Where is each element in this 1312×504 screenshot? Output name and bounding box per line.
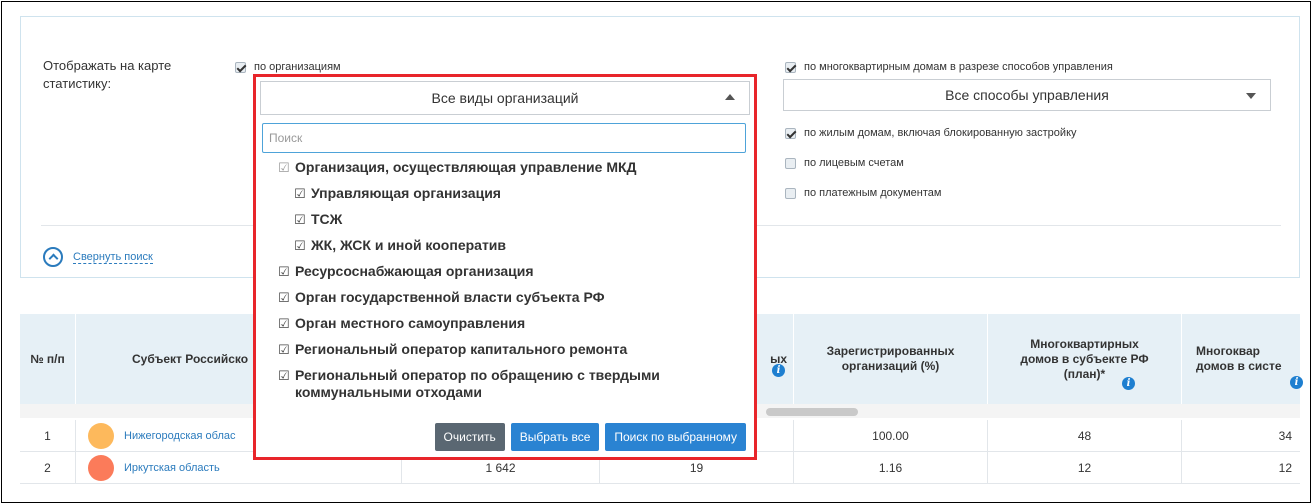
org-types-dropdown: Все виды организаций Поиск ☑ Организация…: [253, 74, 757, 460]
collapse-search-button[interactable]: Свернуть поиск: [43, 247, 153, 267]
tree-item-label: Региональный оператор по обращению с тве…: [295, 367, 660, 383]
tree-item-label: Орган местного самоуправления: [295, 315, 526, 331]
region-link[interactable]: Нижегородская облас: [124, 430, 236, 442]
checkbox-checked-icon[interactable]: ☑: [278, 367, 292, 384]
tree-item-managing-org[interactable]: ☑ Управляющая организация: [294, 185, 501, 202]
by-houses-option[interactable]: по жилым домам, включая блокированную за…: [785, 127, 1077, 139]
org-types-select[interactable]: Все виды организаций: [260, 81, 750, 115]
by-houses-label: по жилым домам, включая блокированную за…: [804, 127, 1077, 139]
checkbox-checked-icon[interactable]: ☑: [294, 185, 308, 202]
checkbox-checked-icon[interactable]: ☑: [278, 263, 292, 280]
search-placeholder: Поиск: [269, 131, 303, 145]
checkbox-checked-icon[interactable]: ☑: [294, 237, 308, 254]
org-types-search-input[interactable]: Поиск: [262, 123, 746, 153]
tree-item-local-government[interactable]: ☑ Орган местного самоуправления: [278, 315, 525, 332]
collapse-search-label[interactable]: Свернуть поиск: [73, 251, 153, 264]
col-header-registered: Зарегистрированных организаций (%): [794, 314, 988, 404]
tree-item-label-group: Региональный оператор по обращению с тве…: [295, 367, 660, 401]
checkbox-checked-icon[interactable]: ☑: [278, 289, 292, 306]
tree-item-label: Орган государственной власти субъекта РФ: [295, 289, 605, 305]
col-header-mkd-plan-text: Многоквартирных домов в субъекте РФ (пла…: [1020, 336, 1149, 381]
checkbox-checked-icon[interactable]: ☑: [278, 341, 292, 358]
org-types-select-value: Все виды организаций: [431, 90, 579, 106]
tree-item-label: Региональный оператор капитального ремон…: [295, 341, 628, 357]
tree-item-label: ЖК, ЖСК и иной кооператив: [311, 237, 507, 253]
region-color-marker: [88, 423, 114, 449]
cell-mkd-plan: 12: [988, 452, 1182, 484]
tree-item-label-line2: коммунальными отходами: [295, 384, 483, 400]
by-payments-option[interactable]: по платежным документам: [785, 187, 941, 199]
checkbox-checked-icon[interactable]: ☑: [294, 211, 308, 228]
chevron-up-icon: [725, 94, 735, 100]
by-accounts-option[interactable]: по лицевым счетам: [785, 157, 904, 169]
info-icon[interactable]: i: [1122, 377, 1135, 390]
tree-item-label: Организация, осуществляющая управление М…: [295, 159, 637, 175]
by-accounts-checkbox[interactable]: [785, 157, 796, 169]
chevron-down-icon: [1246, 93, 1256, 99]
checkbox-checked-icon[interactable]: ☑: [278, 159, 292, 176]
dropdown-actions: Очистить Выбрать все Поиск по выбранному: [434, 423, 746, 451]
chevron-up-circle-icon[interactable]: [43, 247, 63, 267]
tree-item-resource-supply[interactable]: ☑ Ресурсоснабжающая организация: [278, 263, 534, 280]
tree-item-label: Управляющая организация: [311, 185, 501, 201]
by-orgs-option[interactable]: по организациям: [235, 61, 341, 73]
select-all-button[interactable]: Выбрать все: [510, 423, 600, 451]
by-accounts-label: по лицевым счетам: [804, 157, 904, 169]
col-header-mkd-system-text: Многоквар домов в систе: [1196, 344, 1282, 373]
stats-label: Отображать на карте статистику:: [43, 58, 172, 91]
management-method-select[interactable]: Все способы управления: [783, 79, 1271, 111]
tree-item-tszh[interactable]: ☑ ТСЖ: [294, 211, 342, 228]
info-icon[interactable]: i: [772, 364, 785, 377]
by-payments-checkbox[interactable]: [785, 187, 796, 199]
page-frame: Отображать на карте статистику: по орган…: [1, 1, 1311, 503]
cell-registered: 100.00: [794, 420, 988, 452]
cell-mkd-system: 12: [1278, 461, 1292, 475]
by-mkd-checkbox[interactable]: [785, 61, 796, 73]
checkbox-checked-icon[interactable]: ☑: [278, 315, 292, 332]
col-header-mkd-system: Многоквар домов в систе i: [1182, 314, 1303, 404]
tree-item-cooperative[interactable]: ☑ ЖК, ЖСК и иной кооператив: [294, 237, 506, 254]
by-orgs-checkbox[interactable]: [235, 61, 246, 73]
by-orgs-label: по организациям: [254, 61, 341, 73]
cell-registered: 1.16: [794, 452, 988, 484]
cell-num: 1: [20, 420, 76, 452]
col-header-mkd-plan: Многоквартирных домов в субъекте РФ (пла…: [988, 314, 1182, 404]
by-houses-checkbox[interactable]: [785, 127, 796, 139]
by-payments-label: по платежным документам: [804, 187, 942, 199]
clear-button[interactable]: Очистить: [434, 423, 505, 451]
tree-item-label: Ресурсоснабжающая организация: [295, 263, 534, 279]
management-method-value: Все способы управления: [945, 87, 1109, 103]
info-icon[interactable]: i: [1290, 376, 1303, 389]
tree-item-label: ТСЖ: [311, 211, 343, 227]
scrollbar-thumb[interactable]: [766, 408, 858, 416]
search-selected-button[interactable]: Поиск по выбранному: [605, 423, 746, 451]
cell-mkd-system: 34: [1278, 429, 1292, 443]
cell-mkd-plan: 48: [988, 420, 1182, 452]
by-mkd-option[interactable]: по многоквартирным домам в разрезе спосо…: [785, 61, 1113, 73]
col-header-registered-text: Зарегистрированных организаций (%): [826, 344, 955, 373]
cell-num: 2: [20, 452, 76, 484]
tree-item-waste-operator[interactable]: ☑ Региональный оператор по обращению с т…: [278, 367, 660, 401]
tree-item-state-authority[interactable]: ☑ Орган государственной власти субъекта …: [278, 289, 605, 306]
by-mkd-label: по многоквартирным домам в разрезе спосо…: [804, 61, 1113, 73]
region-link[interactable]: Иркутская область: [124, 462, 220, 474]
col-header-num: № п/п: [20, 314, 76, 404]
tree-item-mkd-management[interactable]: ☑ Организация, осуществляющая управление…: [278, 159, 637, 176]
tree-item-capital-repair-operator[interactable]: ☑ Региональный оператор капитального рем…: [278, 341, 627, 358]
region-color-marker: [88, 455, 114, 481]
